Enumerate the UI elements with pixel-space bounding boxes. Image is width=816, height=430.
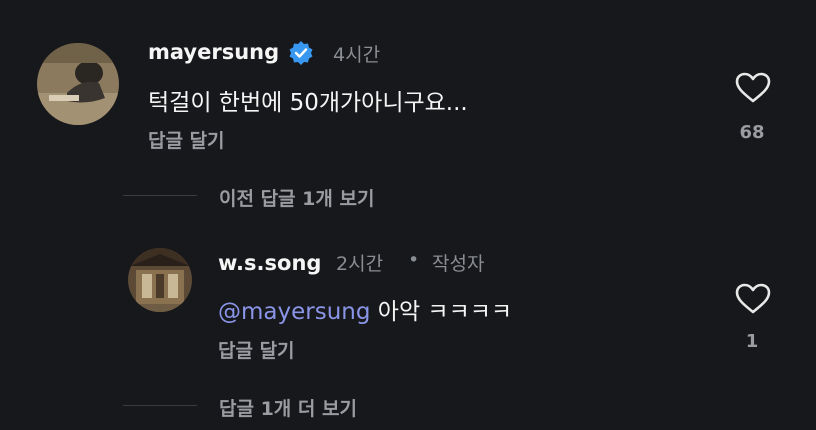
like-count: 1 bbox=[745, 331, 759, 352]
timestamp: 2시간 bbox=[336, 253, 384, 275]
view-more-replies-button[interactable]: 답글 1개 더 보기 bbox=[219, 394, 357, 421]
like-count: 68 bbox=[739, 122, 765, 143]
comment-text: 턱걸이 한번에 50개가아니구요... bbox=[148, 90, 468, 116]
comment-text: @mayersung 아악 ㅋㅋㅋㅋ bbox=[218, 292, 512, 326]
like-heart-icon[interactable] bbox=[735, 72, 771, 108]
thread-divider bbox=[123, 195, 197, 196]
author-tag: 작성자 bbox=[432, 253, 485, 275]
mention-link[interactable]: @mayersung bbox=[218, 299, 370, 325]
separator-dot: • bbox=[408, 249, 420, 271]
username[interactable]: w.s.song bbox=[218, 251, 321, 275]
reply-button[interactable]: 답글 달기 bbox=[148, 126, 225, 153]
verified-badge-icon bbox=[288, 40, 314, 70]
reply-button[interactable]: 답글 달기 bbox=[218, 336, 295, 363]
like-heart-icon[interactable] bbox=[735, 283, 771, 319]
timestamp: 4시간 bbox=[333, 44, 381, 66]
avatar[interactable] bbox=[128, 248, 192, 312]
thread-divider bbox=[123, 405, 197, 406]
username[interactable]: mayersung bbox=[148, 40, 279, 64]
avatar[interactable] bbox=[37, 43, 119, 125]
view-previous-replies-button[interactable]: 이전 답글 1개 보기 bbox=[219, 184, 374, 211]
comment-body: 아악 ㅋㅋㅋㅋ bbox=[370, 299, 513, 325]
